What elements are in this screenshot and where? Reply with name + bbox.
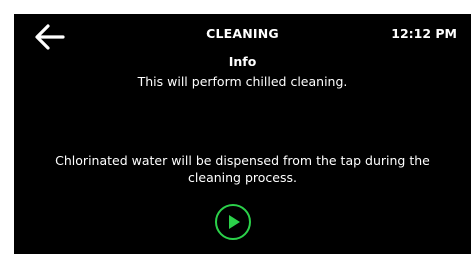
start-cleaning-button[interactable] <box>215 204 251 240</box>
clock: 12:12 PM <box>391 26 457 41</box>
info-heading: Info <box>228 54 257 69</box>
warning-message: Chlorinated water will be dispensed from… <box>55 153 430 185</box>
cleaning-screen: CLEANING 12:12 PM Info This will perform… <box>14 14 471 254</box>
play-icon <box>229 215 240 229</box>
info-message: This will perform chilled cleaning. <box>137 74 348 89</box>
